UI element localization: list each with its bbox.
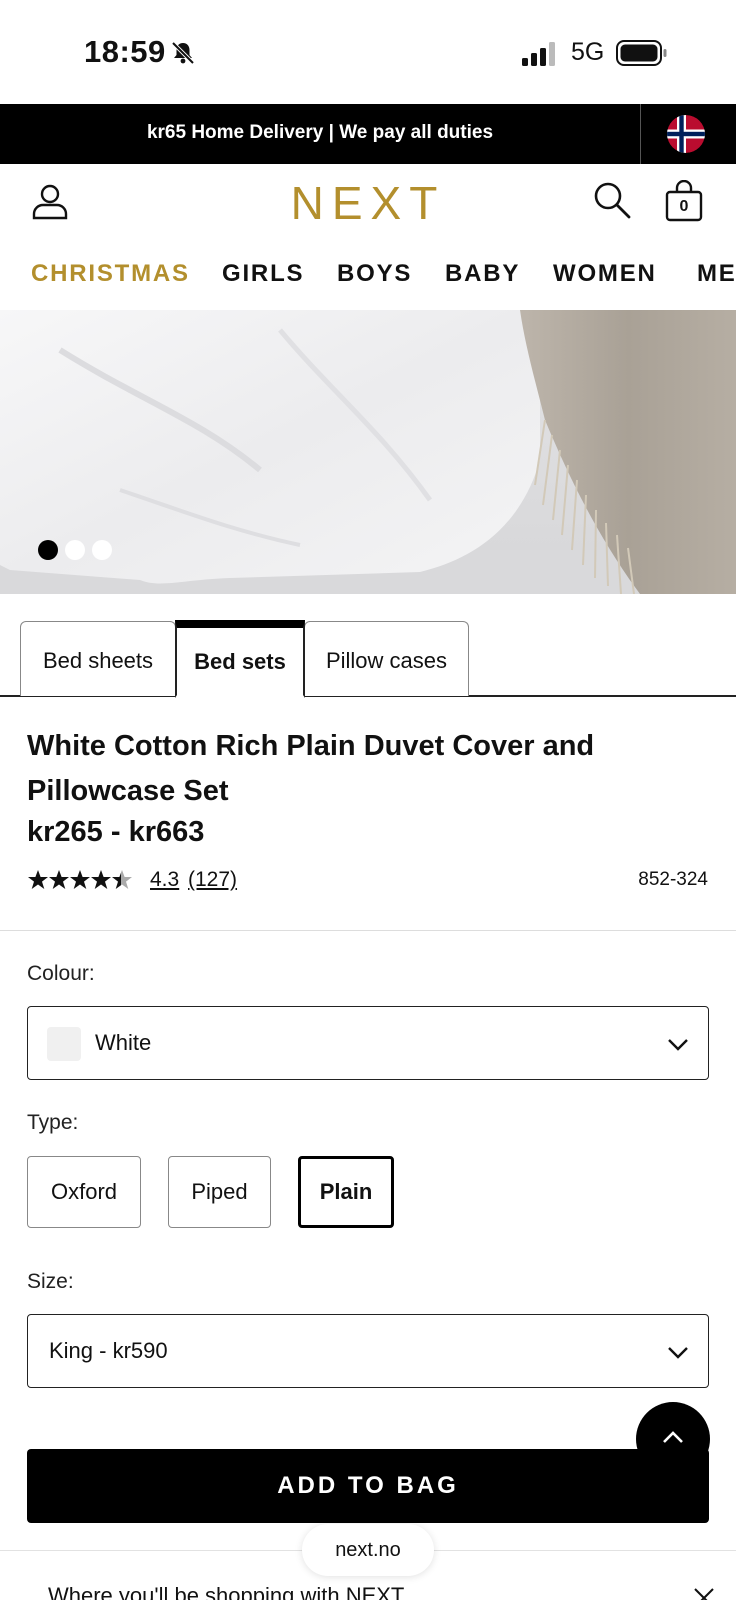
category-women[interactable]: WOMEN [553, 260, 657, 288]
section-divider [0, 930, 736, 931]
carousel-dot-1[interactable] [38, 540, 58, 560]
bell-muted-icon [171, 41, 195, 65]
rating-value[interactable]: 4.3 [150, 868, 179, 892]
signal-icon [522, 42, 555, 66]
size-label: Size: [27, 1270, 74, 1293]
colour-swatch [47, 1027, 81, 1061]
item-number: 852-324 [638, 869, 708, 890]
promo-text[interactable]: kr65 Home Delivery | We pay all duties [0, 122, 640, 144]
rating-stars[interactable] [27, 868, 135, 892]
close-icon[interactable] [692, 1586, 716, 1600]
norway-flag-icon[interactable] [667, 115, 705, 153]
colour-value: White [95, 1030, 152, 1055]
review-count-link[interactable]: (127) [188, 868, 237, 892]
category-nav: CHRISTMAS GIRLS BOYS BABY WOMEN ME [0, 240, 736, 310]
type-option-oxford[interactable]: Oxford [27, 1156, 141, 1228]
back-to-top-button[interactable] [636, 1402, 710, 1476]
category-christmas[interactable]: CHRISTMAS [31, 260, 190, 288]
size-value: King - kr590 [49, 1338, 168, 1363]
size-select[interactable]: King - kr590 [27, 1314, 709, 1388]
colour-select[interactable]: White [27, 1006, 709, 1080]
type-label: Type: [27, 1111, 79, 1134]
type-option-plain[interactable]: Plain [298, 1156, 394, 1228]
site-header: NEXT 0 [0, 164, 736, 240]
url-pill[interactable]: next.no [302, 1524, 434, 1576]
category-men[interactable]: ME [697, 260, 736, 288]
colour-label: Colour: [27, 962, 95, 985]
product-type-tabs: Bed sheets Bed sets Pillow cases [0, 620, 736, 698]
tab-bed-sets[interactable]: Bed sets [175, 620, 305, 698]
promo-divider [640, 104, 641, 164]
shopping-banner-text: Where you'll be shopping with NEXT [48, 1583, 405, 1600]
product-price: kr265 - kr663 [27, 816, 205, 848]
chevron-down-icon [668, 1039, 688, 1051]
chevron-down-icon [668, 1347, 688, 1359]
shopping-bag-icon[interactable]: 0 [664, 180, 704, 222]
category-baby[interactable]: BABY [445, 260, 520, 288]
promo-bar[interactable]: kr65 Home Delivery | We pay all duties [0, 104, 736, 164]
battery-icon [616, 40, 667, 66]
type-option-piped[interactable]: Piped [168, 1156, 271, 1228]
bag-count: 0 [679, 198, 689, 215]
status-bar: 18:59 5G [0, 0, 736, 104]
add-to-bag-button[interactable]: ADD TO BAG [27, 1449, 709, 1523]
category-boys[interactable]: BOYS [337, 260, 412, 288]
carousel-dot-3[interactable] [92, 540, 112, 560]
product-title: White Cotton Rich Plain Duvet Cover and … [27, 730, 595, 807]
tab-pillow-cases[interactable]: Pillow cases [304, 621, 469, 696]
tab-bed-sheets[interactable]: Bed sheets [20, 621, 176, 696]
search-icon[interactable] [592, 180, 632, 220]
status-time: 18:59 [84, 34, 166, 69]
carousel-dot-2[interactable] [65, 540, 85, 560]
category-girls[interactable]: GIRLS [222, 260, 304, 288]
chevron-up-icon [663, 1431, 683, 1443]
network-label: 5G [571, 38, 605, 66]
